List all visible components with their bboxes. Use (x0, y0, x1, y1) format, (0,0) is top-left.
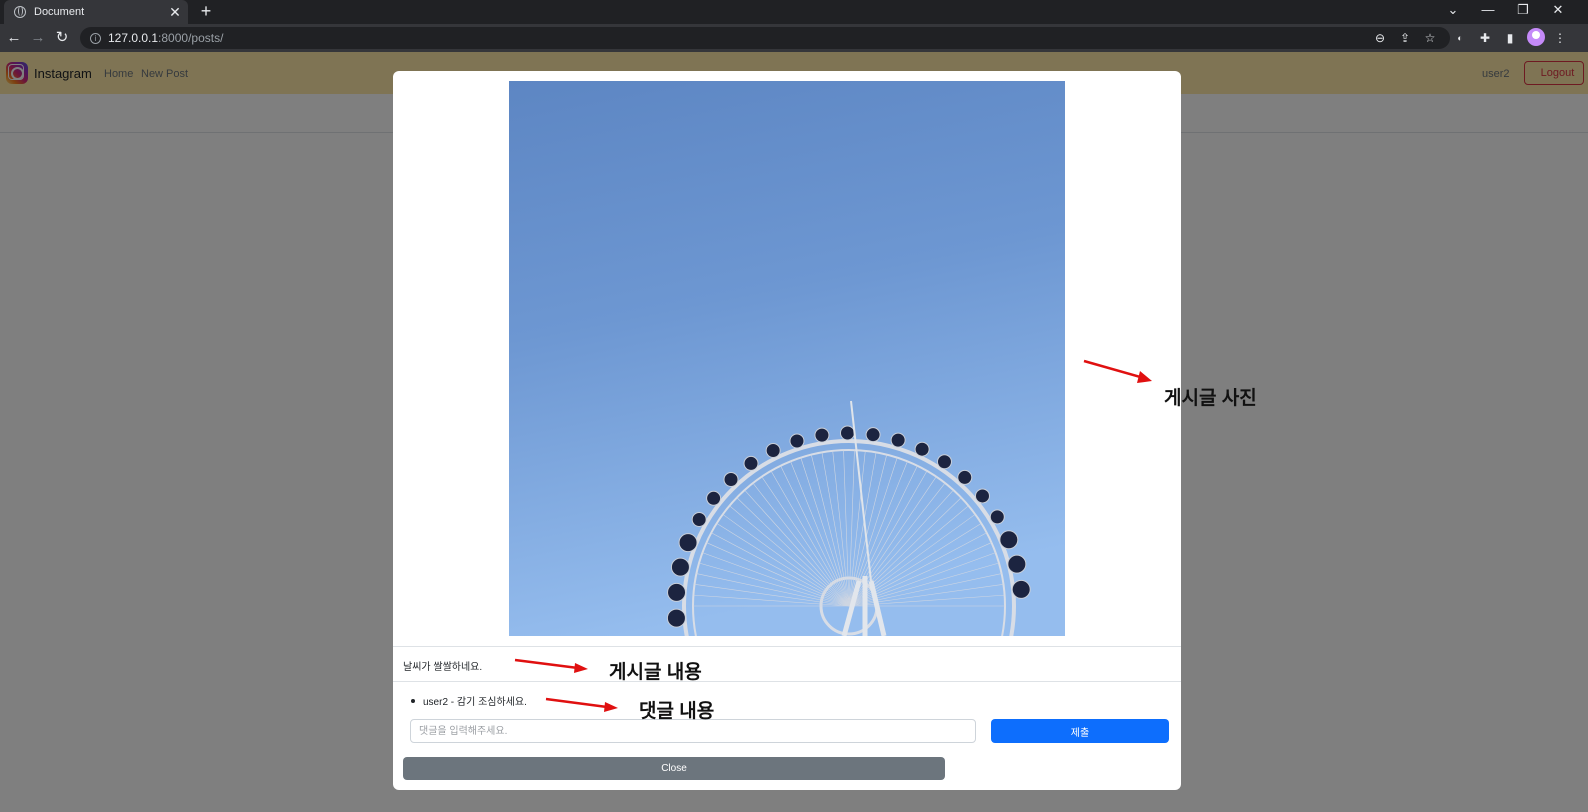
web-page: Instagram Home New Post user2 Logout (0, 52, 1588, 812)
submit-comment-button[interactable]: 제출 (991, 719, 1169, 743)
extension-badge-icon[interactable]: ◐ (1452, 30, 1468, 46)
annotation-photo-label: 게시글 사진 (1164, 388, 1257, 409)
new-tab-button[interactable]: + (197, 2, 215, 20)
close-modal-button[interactable]: Close (403, 757, 945, 780)
browser-tabstrip: Document ✕ + ⌄ — ❐ ✕ (0, 0, 1588, 24)
minimize-icon[interactable]: — (1478, 2, 1498, 17)
modal-divider (393, 681, 1181, 682)
menu-kebab-icon[interactable]: ⋮ (1552, 30, 1568, 46)
post-content: 날씨가 쌀쌀하네요. (403, 662, 483, 673)
share-icon[interactable]: ⇪ (1397, 30, 1413, 46)
browser-tab[interactable]: Document ✕ (4, 0, 188, 24)
side-panel-icon[interactable]: ▮ (1502, 30, 1518, 46)
globe-icon (14, 6, 26, 18)
annotation-arrow-content (514, 658, 588, 673)
restore-icon[interactable]: ❐ (1513, 2, 1533, 18)
address-bar[interactable]: i 127.0.0.1 :8000/posts/ (80, 27, 1450, 49)
annotation-arrow-comment (545, 697, 618, 712)
profile-avatar[interactable] (1527, 28, 1545, 46)
url-path: :8000/posts/ (158, 31, 224, 45)
back-icon[interactable]: ← (4, 28, 24, 48)
post-detail-modal: 날씨가 쌀쌀하네요. user2 - 감기 조심하세요. 제출 Close (393, 71, 1181, 790)
site-info-icon[interactable]: i (90, 32, 101, 44)
extensions-icon[interactable]: ✚ (1477, 30, 1493, 46)
modal-divider (393, 646, 1181, 647)
annotation-comment-label: 댓글 내용 (639, 701, 715, 722)
list-bullet (411, 698, 415, 703)
tab-search-icon[interactable]: ⌄ (1443, 2, 1463, 18)
url-host: 127.0.0.1 (108, 31, 159, 45)
browser-toolbar: ← → ↻ i 127.0.0.1 :8000/posts/ ⊖ ⇪ ☆ ◐ ✚… (0, 24, 1588, 52)
annotation-arrow-photo (1083, 359, 1152, 383)
comment-item: user2 - 감기 조심하세요. (411, 693, 527, 708)
reload-icon[interactable]: ↻ (52, 28, 72, 48)
window-close-icon[interactable]: ✕ (1548, 2, 1568, 18)
tab-title: Document (34, 6, 85, 18)
forward-icon[interactable]: → (28, 28, 48, 48)
tab-close-icon[interactable]: ✕ (168, 5, 182, 19)
comment-text: user2 - 감기 조심하세요. (423, 697, 527, 708)
zoom-icon[interactable]: ⊖ (1372, 30, 1388, 46)
post-photo (509, 81, 1065, 636)
annotation-content-label: 게시글 내용 (609, 662, 702, 683)
bookmark-star-icon[interactable]: ☆ (1422, 30, 1438, 46)
